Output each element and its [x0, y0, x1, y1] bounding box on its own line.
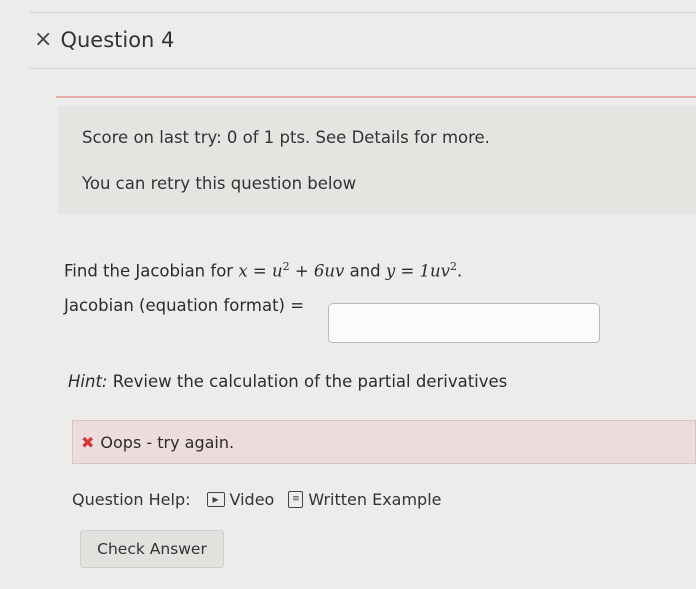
header-divider — [30, 68, 696, 69]
prompt-suffix: . — [457, 261, 463, 281]
document-icon: ≡ — [288, 491, 304, 508]
jacobian-label: Jacobian (equation format) = — [64, 296, 305, 315]
video-link[interactable]: ▶ Video — [206, 490, 275, 509]
top-divider — [30, 12, 696, 13]
check-answer-button[interactable]: Check Answer — [80, 530, 224, 568]
feedback-text: Oops - try again. — [100, 432, 235, 452]
x-variable: x — [238, 261, 248, 281]
prompt-middle: and — [344, 261, 386, 281]
feedback-box: ✖ Oops - try again. — [72, 420, 696, 464]
x-equation: = u — [247, 261, 283, 281]
error-icon: ✖ — [81, 432, 95, 452]
video-play-icon: ▶ — [206, 492, 225, 507]
hint-text: Review the calculation of the partial de… — [107, 372, 508, 391]
question-prompt: Find the Jacobian for x = u2 + 6uv and y… — [64, 260, 462, 281]
jacobian-answer-input[interactable] — [328, 303, 600, 343]
x-equation-rest: + 6uv — [289, 261, 345, 281]
y-equation-exponent: 2 — [450, 260, 457, 273]
written-example-link[interactable]: ≡ Written Example — [288, 490, 442, 509]
written-example-label: Written Example — [308, 490, 442, 509]
retry-text: You can retry this question below — [82, 174, 357, 193]
y-variable: y — [385, 261, 396, 281]
question-help-label: Question Help: — [72, 490, 191, 509]
question-help: Question Help: ▶ Video ≡ Written Example — [72, 490, 456, 509]
status-divider — [56, 96, 696, 98]
y-equation: = 1uv — [395, 261, 450, 281]
question-title: Question 4 — [60, 28, 175, 52]
score-text: Score on last try: 0 of 1 pts. See Detai… — [82, 128, 490, 147]
hint-line: Hint: Review the calculation of the part… — [68, 372, 507, 391]
hint-label: Hint: — [68, 372, 108, 391]
x-equation-exponent: 2 — [282, 260, 290, 273]
question-header: × Question 4 — [34, 28, 174, 52]
prompt-prefix: Find the Jacobian for — [64, 261, 239, 281]
video-link-label: Video — [229, 490, 275, 509]
close-icon[interactable]: × — [34, 29, 52, 51]
score-panel: Score on last try: 0 of 1 pts. See Detai… — [58, 106, 696, 214]
